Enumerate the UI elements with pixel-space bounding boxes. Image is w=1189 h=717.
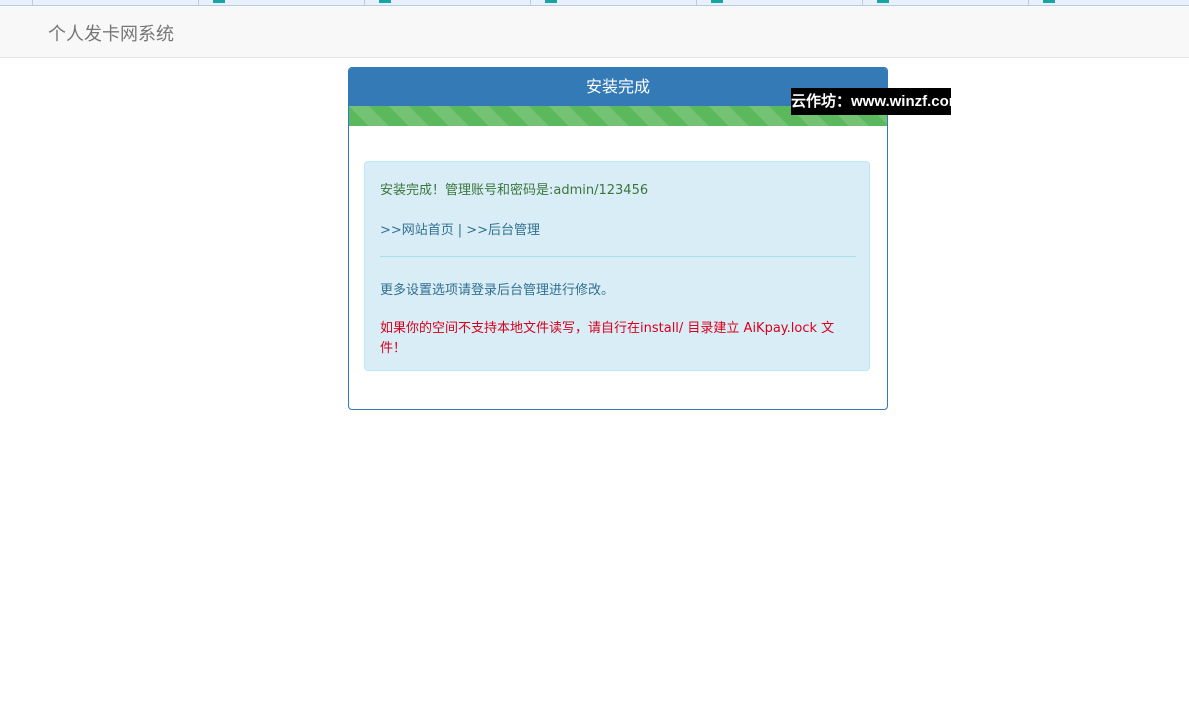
- browser-tab[interactable]: [530, 0, 697, 5]
- browser-tab[interactable]: [364, 0, 531, 5]
- link-separator: |: [457, 223, 463, 238]
- success-message: 安装完成！管理账号和密码是:admin/123456: [380, 183, 649, 198]
- more-settings-text: 更多设置选项请登录后台管理进行修改。: [380, 283, 615, 298]
- navbar: 个人发卡网系统: [0, 6, 1189, 58]
- watermark: 云作坊：www.winzf.com: [791, 88, 962, 115]
- page-icon: [213, 0, 225, 3]
- info-alert: 安装完成！管理账号和密码是:admin/123456 >>网站首页 | >>后台管理…: [364, 161, 870, 371]
- page-icon: [877, 0, 889, 3]
- browser-tab[interactable]: [862, 0, 1029, 5]
- link-row: >>网站首页 | >>后台管理: [380, 219, 540, 238]
- browser-tab[interactable]: [198, 0, 365, 5]
- site-brand[interactable]: 个人发卡网系统: [48, 20, 174, 46]
- page-icon: [1043, 0, 1055, 3]
- warning-text: 如果你的空间不支持本地文件读写，请自行在install/ 目录建立 AiKpay…: [380, 321, 835, 356]
- install-complete-panel: 安装完成 安装完成！管理账号和密码是:admin/123456 >>网站首页 | >…: [348, 67, 888, 410]
- admin-link[interactable]: >>后台管理: [466, 223, 540, 238]
- home-link[interactable]: >>网站首页: [380, 223, 454, 238]
- divider: [380, 256, 856, 257]
- page-icon: [711, 0, 723, 3]
- page-icon: [545, 0, 557, 3]
- browser-tab[interactable]: [696, 0, 863, 5]
- browser-tab[interactable]: [1028, 0, 1189, 5]
- browser-tab[interactable]: [32, 0, 199, 5]
- page-icon: [379, 0, 391, 3]
